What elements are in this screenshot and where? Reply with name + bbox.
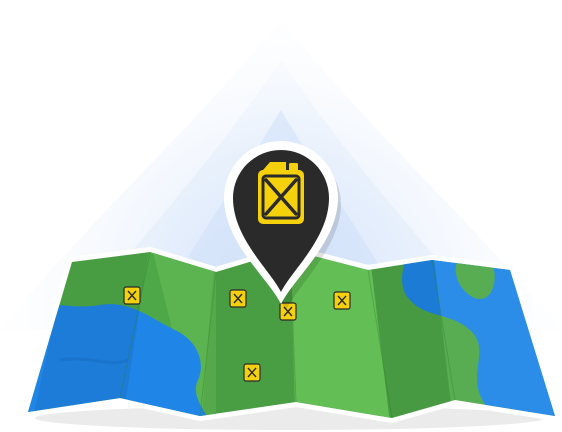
map-illustration: [0, 0, 562, 432]
map-shadow: [35, 406, 545, 430]
map-illustration-svg: [0, 20, 562, 430]
fuel-jerrycan-icon: [243, 363, 261, 382]
fuel-jerrycan-icon: [123, 286, 141, 305]
fuel-jerrycan-icon: [229, 289, 247, 308]
fuel-jerrycan-icon: [258, 162, 304, 224]
fuel-jerrycan-icon: [333, 291, 351, 310]
